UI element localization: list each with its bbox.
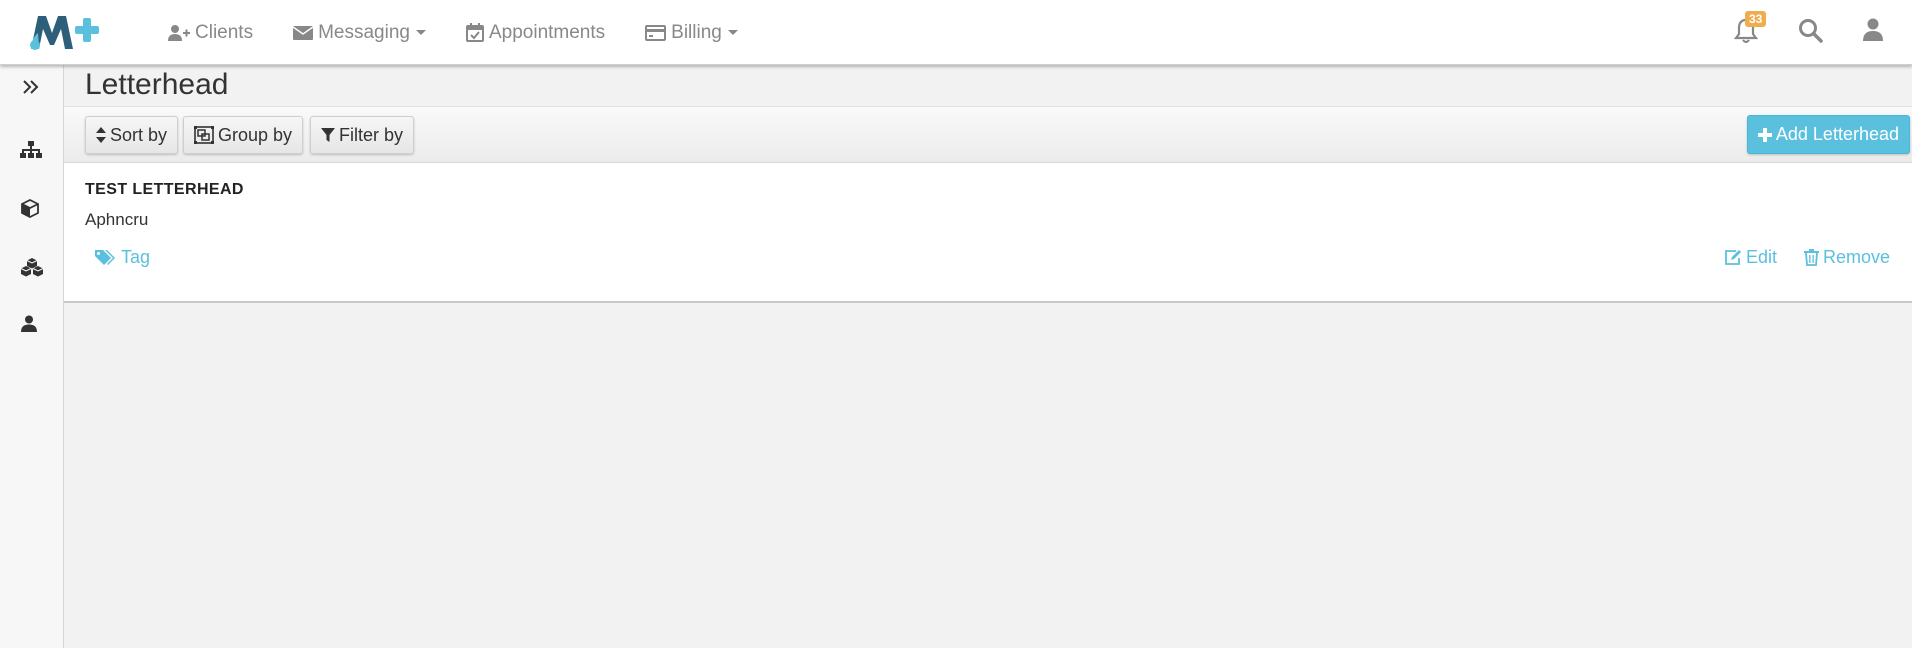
tag-link[interactable]: Tag: [95, 247, 150, 268]
sort-button-label: Sort by: [110, 124, 168, 145]
cube-icon: [21, 198, 39, 219]
remove-link[interactable]: Remove: [1804, 247, 1890, 268]
edit-icon: [1725, 250, 1741, 265]
calendar-check-icon: [465, 23, 484, 42]
sidebar-item-products[interactable]: [20, 257, 44, 282]
group-button-label: Group by: [218, 124, 293, 145]
filter-icon: [321, 128, 335, 142]
credit-card-icon: [645, 24, 667, 41]
nav-messaging[interactable]: Messaging: [293, 22, 426, 44]
group-button[interactable]: Group by: [183, 116, 304, 154]
nav-clients-label: Clients: [195, 21, 254, 43]
top-navbar: Clients Messaging Appointments Billing 3…: [0, 0, 1912, 65]
filter-button[interactable]: Filter by: [310, 116, 415, 154]
app-logo[interactable]: [29, 13, 103, 51]
plus-icon: [1757, 127, 1772, 142]
user-menu-button[interactable]: [1862, 18, 1884, 47]
chevron-down-icon: [727, 30, 738, 35]
list-item: TEST LETTERHEAD Aphncru Tag Edit Remove: [64, 163, 1912, 303]
notification-count-badge: 33: [1745, 11, 1767, 27]
search-icon: [1799, 19, 1823, 43]
expand-icon: [23, 80, 39, 94]
envelope-icon: [293, 25, 314, 40]
tags-icon: [95, 250, 115, 265]
sidebar-item-product[interactable]: [21, 198, 39, 223]
user-icon: [21, 315, 37, 332]
letterhead-subtitle: Aphncru: [85, 210, 149, 229]
nav-billing[interactable]: Billing: [645, 22, 738, 44]
main-nav: Clients Messaging Appointments Billing: [168, 0, 778, 65]
nav-appointments-label: Appointments: [488, 21, 606, 43]
cubes-icon: [20, 258, 44, 277]
sidebar-item-users[interactable]: [21, 315, 37, 338]
nav-messaging-label: Messaging: [318, 21, 410, 43]
edit-link-label: Edit: [1746, 247, 1778, 267]
chevron-down-icon: [415, 30, 426, 35]
add-letterhead-button[interactable]: Add Letterhead: [1746, 115, 1910, 154]
sitemap-icon: [20, 141, 42, 158]
sidebar-item-structure[interactable]: [20, 141, 42, 164]
nav-clients[interactable]: Clients: [168, 22, 253, 44]
object-group-icon: [194, 126, 214, 144]
sidebar-toggle[interactable]: [22, 79, 40, 100]
sort-icon: [96, 127, 106, 143]
nav-billing-label: Billing: [671, 21, 722, 43]
remove-link-label: Remove: [1823, 247, 1891, 267]
sort-button[interactable]: Sort by: [85, 116, 179, 154]
filter-button-label: Filter by: [339, 124, 404, 145]
user-plus-icon: [168, 24, 190, 41]
trash-icon: [1804, 249, 1819, 266]
tag-link-label: Tag: [121, 247, 151, 267]
add-letterhead-label: Add Letterhead: [1775, 124, 1899, 144]
sidebar: [0, 65, 64, 648]
search-button[interactable]: [1798, 18, 1823, 48]
edit-link[interactable]: Edit: [1724, 247, 1777, 268]
page-title: Letterhead: [85, 68, 229, 101]
nav-appointments[interactable]: Appointments: [465, 21, 606, 44]
user-icon: [1863, 18, 1883, 41]
letterhead-title: TEST LETTERHEAD: [85, 181, 244, 198]
toolbar: Sort by Group by Filter by Add Letterhea…: [64, 106, 1912, 163]
